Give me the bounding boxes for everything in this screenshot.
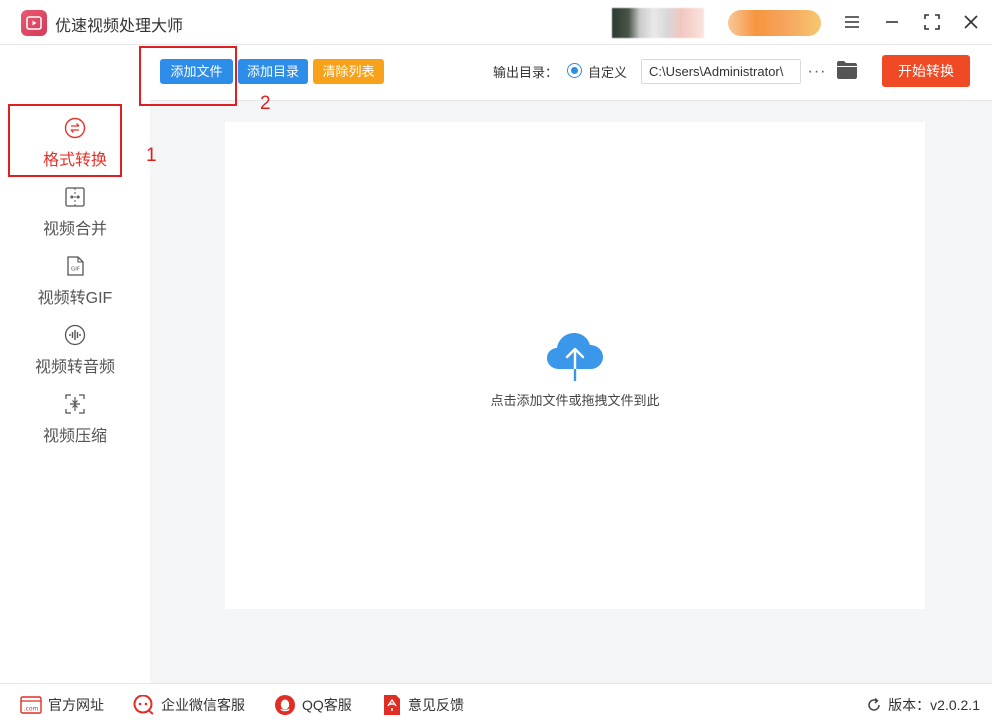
- feedback-link[interactable]: 意见反馈: [382, 695, 464, 715]
- output-path-field[interactable]: [641, 59, 801, 84]
- custom-dir-radio[interactable]: [567, 63, 582, 78]
- maximize-icon[interactable]: [920, 10, 944, 34]
- compress-icon: [65, 394, 85, 414]
- feedback-label: 意见反馈: [408, 697, 464, 713]
- annotation-box-2: [139, 46, 237, 106]
- sidebar-item-label: 视频合并: [42, 221, 107, 238]
- feedback-icon: [384, 695, 400, 715]
- output-dir-label: 输出目录：: [493, 65, 559, 80]
- annotation-number-1: 1: [146, 145, 157, 166]
- qq-label: QQ客服: [302, 697, 352, 713]
- user-avatar[interactable]: [612, 8, 704, 38]
- main-area: 点击添加文件或拖拽文件到此: [150, 101, 992, 683]
- version-label: 版本：v2.0.2.1: [888, 697, 980, 713]
- qq-service-link[interactable]: QQ客服: [274, 695, 352, 715]
- clear-list-button[interactable]: 清除列表: [313, 59, 384, 84]
- folder-icon[interactable]: [836, 60, 858, 85]
- file-dropzone[interactable]: 点击添加文件或拖拽文件到此: [225, 122, 925, 609]
- more-options-button[interactable]: ···: [808, 59, 826, 84]
- app-title: 优速视频处理大师: [55, 18, 184, 35]
- annotation-box-1: [8, 104, 122, 177]
- minimize-icon[interactable]: [880, 10, 904, 34]
- official-website-link[interactable]: .com 官方网址: [20, 695, 104, 715]
- svg-text:.com: .com: [24, 706, 39, 713]
- start-convert-button[interactable]: 开始转换: [882, 55, 970, 87]
- user-badge[interactable]: [728, 10, 821, 36]
- sidebar-item-label: 视频转GIF: [37, 290, 113, 307]
- qq-icon: [275, 695, 295, 715]
- refresh-icon[interactable]: [866, 697, 882, 713]
- sidebar-item-video-merge[interactable]: 视频合并: [0, 186, 150, 248]
- sidebar-item-video-gif[interactable]: GIF 视频转GIF: [0, 255, 150, 317]
- wechat-icon: [133, 695, 154, 715]
- add-directory-button[interactable]: 添加目录: [238, 59, 308, 84]
- toolbar: 添加文件 添加目录 清除列表 输出目录： 自定义 ··· 开始转换: [150, 45, 992, 101]
- wechat-service-link[interactable]: 企业微信客服: [133, 695, 245, 715]
- menu-icon[interactable]: [840, 10, 864, 34]
- version-info: 版本：v2.0.2.1: [866, 695, 980, 715]
- custom-dir-label[interactable]: 自定义: [588, 62, 627, 81]
- title-bar: 优速视频处理大师: [0, 0, 992, 45]
- website-label: 官方网址: [48, 697, 104, 713]
- app-logo-icon: [21, 10, 47, 36]
- sidebar-item-video-audio[interactable]: 视频转音频: [0, 324, 150, 386]
- close-icon[interactable]: [959, 10, 983, 34]
- website-icon: .com: [20, 696, 42, 714]
- audio-icon: [64, 324, 86, 346]
- sidebar-item-label: 视频压缩: [42, 428, 107, 445]
- annotation-number-2: 2: [260, 93, 271, 114]
- wechat-label: 企业微信客服: [161, 697, 245, 713]
- sidebar-item-label: 视频转音频: [34, 359, 115, 376]
- gif-icon: GIF: [67, 256, 84, 276]
- svg-text:GIF: GIF: [71, 267, 80, 273]
- drop-hint-text: 点击添加文件或拖拽文件到此: [490, 393, 660, 408]
- upload-cloud-icon: [547, 333, 603, 383]
- video-merge-icon: [65, 187, 85, 207]
- footer: .com 官方网址 企业微信客服 QQ客服 意见反馈 版本：v2.0.2.1: [0, 683, 992, 723]
- sidebar-item-video-compress[interactable]: 视频压缩: [0, 393, 150, 455]
